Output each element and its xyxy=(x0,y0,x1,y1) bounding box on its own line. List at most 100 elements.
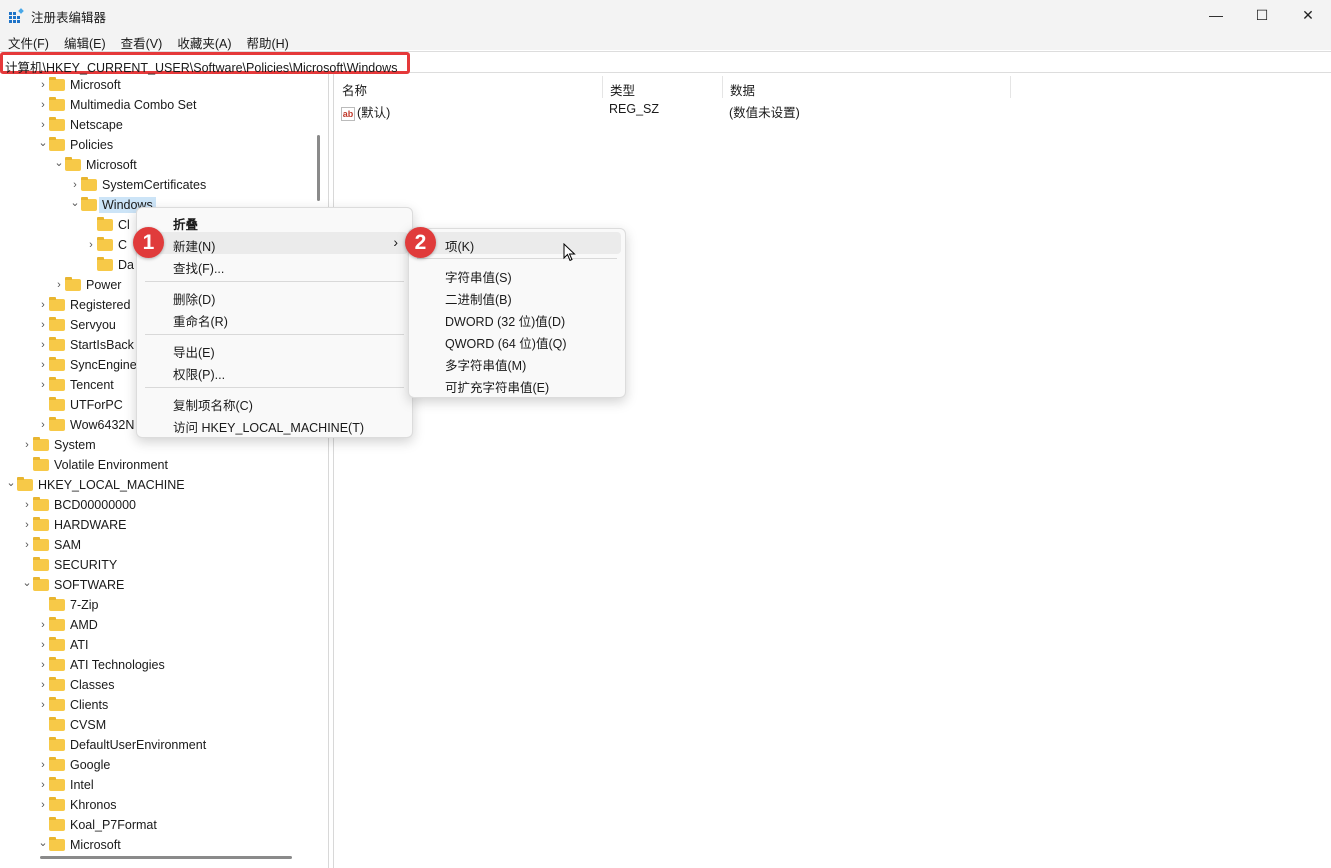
chevron-down-icon[interactable]: ⌄ xyxy=(70,196,80,209)
submenu-item-qword-value[interactable]: QWORD (64 位)值(Q) xyxy=(413,329,621,351)
chevron-right-icon[interactable]: › xyxy=(38,699,48,711)
column-divider[interactable] xyxy=(1010,76,1011,98)
tree-item[interactable]: › BCD00000000 xyxy=(0,495,316,515)
menu-item-new[interactable]: 新建(N) › xyxy=(141,232,408,254)
chevron-right-icon[interactable]: › xyxy=(38,799,48,811)
tree-item[interactable]: › ATI Technologies xyxy=(0,655,316,675)
tree-item[interactable]: › ATI xyxy=(0,635,316,655)
minimize-button[interactable]: — xyxy=(1193,0,1239,30)
tree-item[interactable]: › Multimedia Combo Set xyxy=(0,95,316,115)
tree-item[interactable]: 7-Zip xyxy=(0,595,316,615)
tree-item[interactable]: ⌄ HKEY_LOCAL_MACHINE xyxy=(0,475,316,495)
tree-item[interactable]: Koal_P7Format xyxy=(0,815,316,835)
tree-item[interactable]: › System xyxy=(0,435,316,455)
menu-edit[interactable]: 编辑(E) xyxy=(56,30,113,51)
chevron-right-icon[interactable]: › xyxy=(22,519,32,531)
submenu-item-string-value[interactable]: 字符串值(S) xyxy=(413,263,621,285)
tree-item[interactable]: CVSM xyxy=(0,715,316,735)
chevron-right-icon[interactable]: › xyxy=(38,119,48,131)
chevron-right-icon[interactable]: › xyxy=(70,179,80,191)
chevron-down-icon[interactable]: ⌄ xyxy=(38,836,48,849)
tree-item[interactable]: Volatile Environment xyxy=(0,455,316,475)
submenu-item-multi-string-value[interactable]: 多字符串值(M) xyxy=(413,351,621,373)
tree-vertical-scrollbar[interactable] xyxy=(317,135,320,201)
column-header-type[interactable]: 类型 xyxy=(602,74,635,98)
tree-item-label: C xyxy=(118,238,128,252)
submenu-item-expandable-string-value[interactable]: 可扩充字符串值(E) xyxy=(413,373,621,395)
menu-item-permissions[interactable]: 权限(P)... xyxy=(141,360,408,382)
chevron-right-icon[interactable]: › xyxy=(38,659,48,671)
tree-item[interactable]: › Intel xyxy=(0,775,316,795)
tree-item[interactable]: › AMD xyxy=(0,615,316,635)
tree-item[interactable]: ⌄ SOFTWARE xyxy=(0,575,316,595)
address-bar: 计算机\HKEY_CURRENT_USER\Software\Policies\… xyxy=(0,51,1331,75)
chevron-right-icon[interactable]: › xyxy=(38,339,48,351)
chevron-down-icon[interactable]: ⌄ xyxy=(6,476,16,489)
tree-item[interactable]: ⌄ Microsoft xyxy=(0,835,316,855)
chevron-right-icon[interactable]: › xyxy=(54,279,64,291)
chevron-right-icon[interactable]: › xyxy=(38,679,48,691)
chevron-right-icon[interactable]: › xyxy=(22,439,32,451)
menu-item-copy-key-name[interactable]: 复制项名称(C) xyxy=(141,391,408,413)
menu-item-rename[interactable]: 重命名(R) xyxy=(141,307,408,329)
chevron-right-icon[interactable]: › xyxy=(38,779,48,791)
folder-icon xyxy=(49,797,65,811)
maximize-button[interactable]: ☐ xyxy=(1239,0,1285,30)
context-menu: 折叠 新建(N) › 查找(F)... 删除(D) 重命名(R) 导出(E) 权限… xyxy=(136,207,413,438)
menu-item-find[interactable]: 查找(F)... xyxy=(141,254,408,276)
chevron-right-icon[interactable]: › xyxy=(38,79,48,91)
tree-item[interactable]: › Netscape xyxy=(0,115,316,135)
address-input[interactable]: 计算机\HKEY_CURRENT_USER\Software\Policies\… xyxy=(0,52,410,75)
chevron-right-icon[interactable]: › xyxy=(38,379,48,391)
tree-item[interactable]: › Clients xyxy=(0,695,316,715)
tree-item-label: CVSM xyxy=(70,718,107,732)
tree-item[interactable]: › Classes xyxy=(0,675,316,695)
tree-item[interactable]: SECURITY xyxy=(0,555,316,575)
chevron-right-icon[interactable]: › xyxy=(38,359,48,371)
chevron-right-icon[interactable]: › xyxy=(22,499,32,511)
tree-item[interactable]: › SAM xyxy=(0,535,316,555)
tree-item[interactable]: › Khronos xyxy=(0,795,316,815)
tree-item[interactable]: › Microsoft xyxy=(0,75,316,95)
menu-item-collapse[interactable]: 折叠 xyxy=(141,210,408,232)
folder-icon xyxy=(49,117,65,131)
menu-help[interactable]: 帮助(H) xyxy=(238,30,295,51)
menu-item-delete[interactable]: 删除(D) xyxy=(141,285,408,307)
menu-separator xyxy=(145,387,404,388)
column-header-name[interactable]: 名称 xyxy=(334,74,367,98)
chevron-right-icon[interactable]: › xyxy=(86,239,96,251)
submenu-item-key[interactable]: 项(K) xyxy=(413,232,621,254)
chevron-right-icon[interactable]: › xyxy=(38,619,48,631)
chevron-down-icon[interactable]: ⌄ xyxy=(22,576,32,589)
tree-item[interactable]: › SystemCertificates xyxy=(0,175,316,195)
menu-item-export[interactable]: 导出(E) xyxy=(141,338,408,360)
menu-file[interactable]: 文件(F) xyxy=(0,30,56,51)
submenu-item-binary-value[interactable]: 二进制值(B) xyxy=(413,285,621,307)
tree-item-label: Microsoft xyxy=(86,158,137,172)
tree-item[interactable]: DefaultUserEnvironment xyxy=(0,735,316,755)
chevron-right-icon[interactable]: › xyxy=(38,419,48,431)
menu-item-goto-hklm[interactable]: 访问 HKEY_LOCAL_MACHINE(T) xyxy=(141,413,408,435)
close-button[interactable]: ✕ xyxy=(1285,0,1331,30)
tree-item[interactable]: ⌄ Microsoft xyxy=(0,155,316,175)
menu-view[interactable]: 查看(V) xyxy=(113,30,170,51)
chevron-right-icon[interactable]: › xyxy=(38,759,48,771)
chevron-down-icon[interactable]: ⌄ xyxy=(38,136,48,149)
tree-item[interactable]: ⌄ Policies xyxy=(0,135,316,155)
tree-item[interactable]: › HARDWARE xyxy=(0,515,316,535)
chevron-right-icon[interactable]: › xyxy=(38,99,48,111)
tree-item-label: Registered xyxy=(70,298,131,312)
chevron-right-icon[interactable]: › xyxy=(38,299,48,311)
chevron-down-icon[interactable]: ⌄ xyxy=(54,156,64,169)
chevron-right-icon[interactable]: › xyxy=(22,539,32,551)
tree-item-label: Policies xyxy=(70,138,114,152)
folder-icon xyxy=(65,157,81,171)
menu-favorites[interactable]: 收藏夹(A) xyxy=(169,30,238,51)
chevron-right-icon[interactable]: › xyxy=(38,319,48,331)
submenu-item-dword-value[interactable]: DWORD (32 位)值(D) xyxy=(413,307,621,329)
tree-horizontal-scrollbar[interactable] xyxy=(40,856,292,859)
mouse-cursor-icon xyxy=(563,243,576,262)
column-header-data[interactable]: 数据 xyxy=(722,74,755,98)
tree-item[interactable]: › Google xyxy=(0,755,316,775)
chevron-right-icon[interactable]: › xyxy=(38,639,48,651)
